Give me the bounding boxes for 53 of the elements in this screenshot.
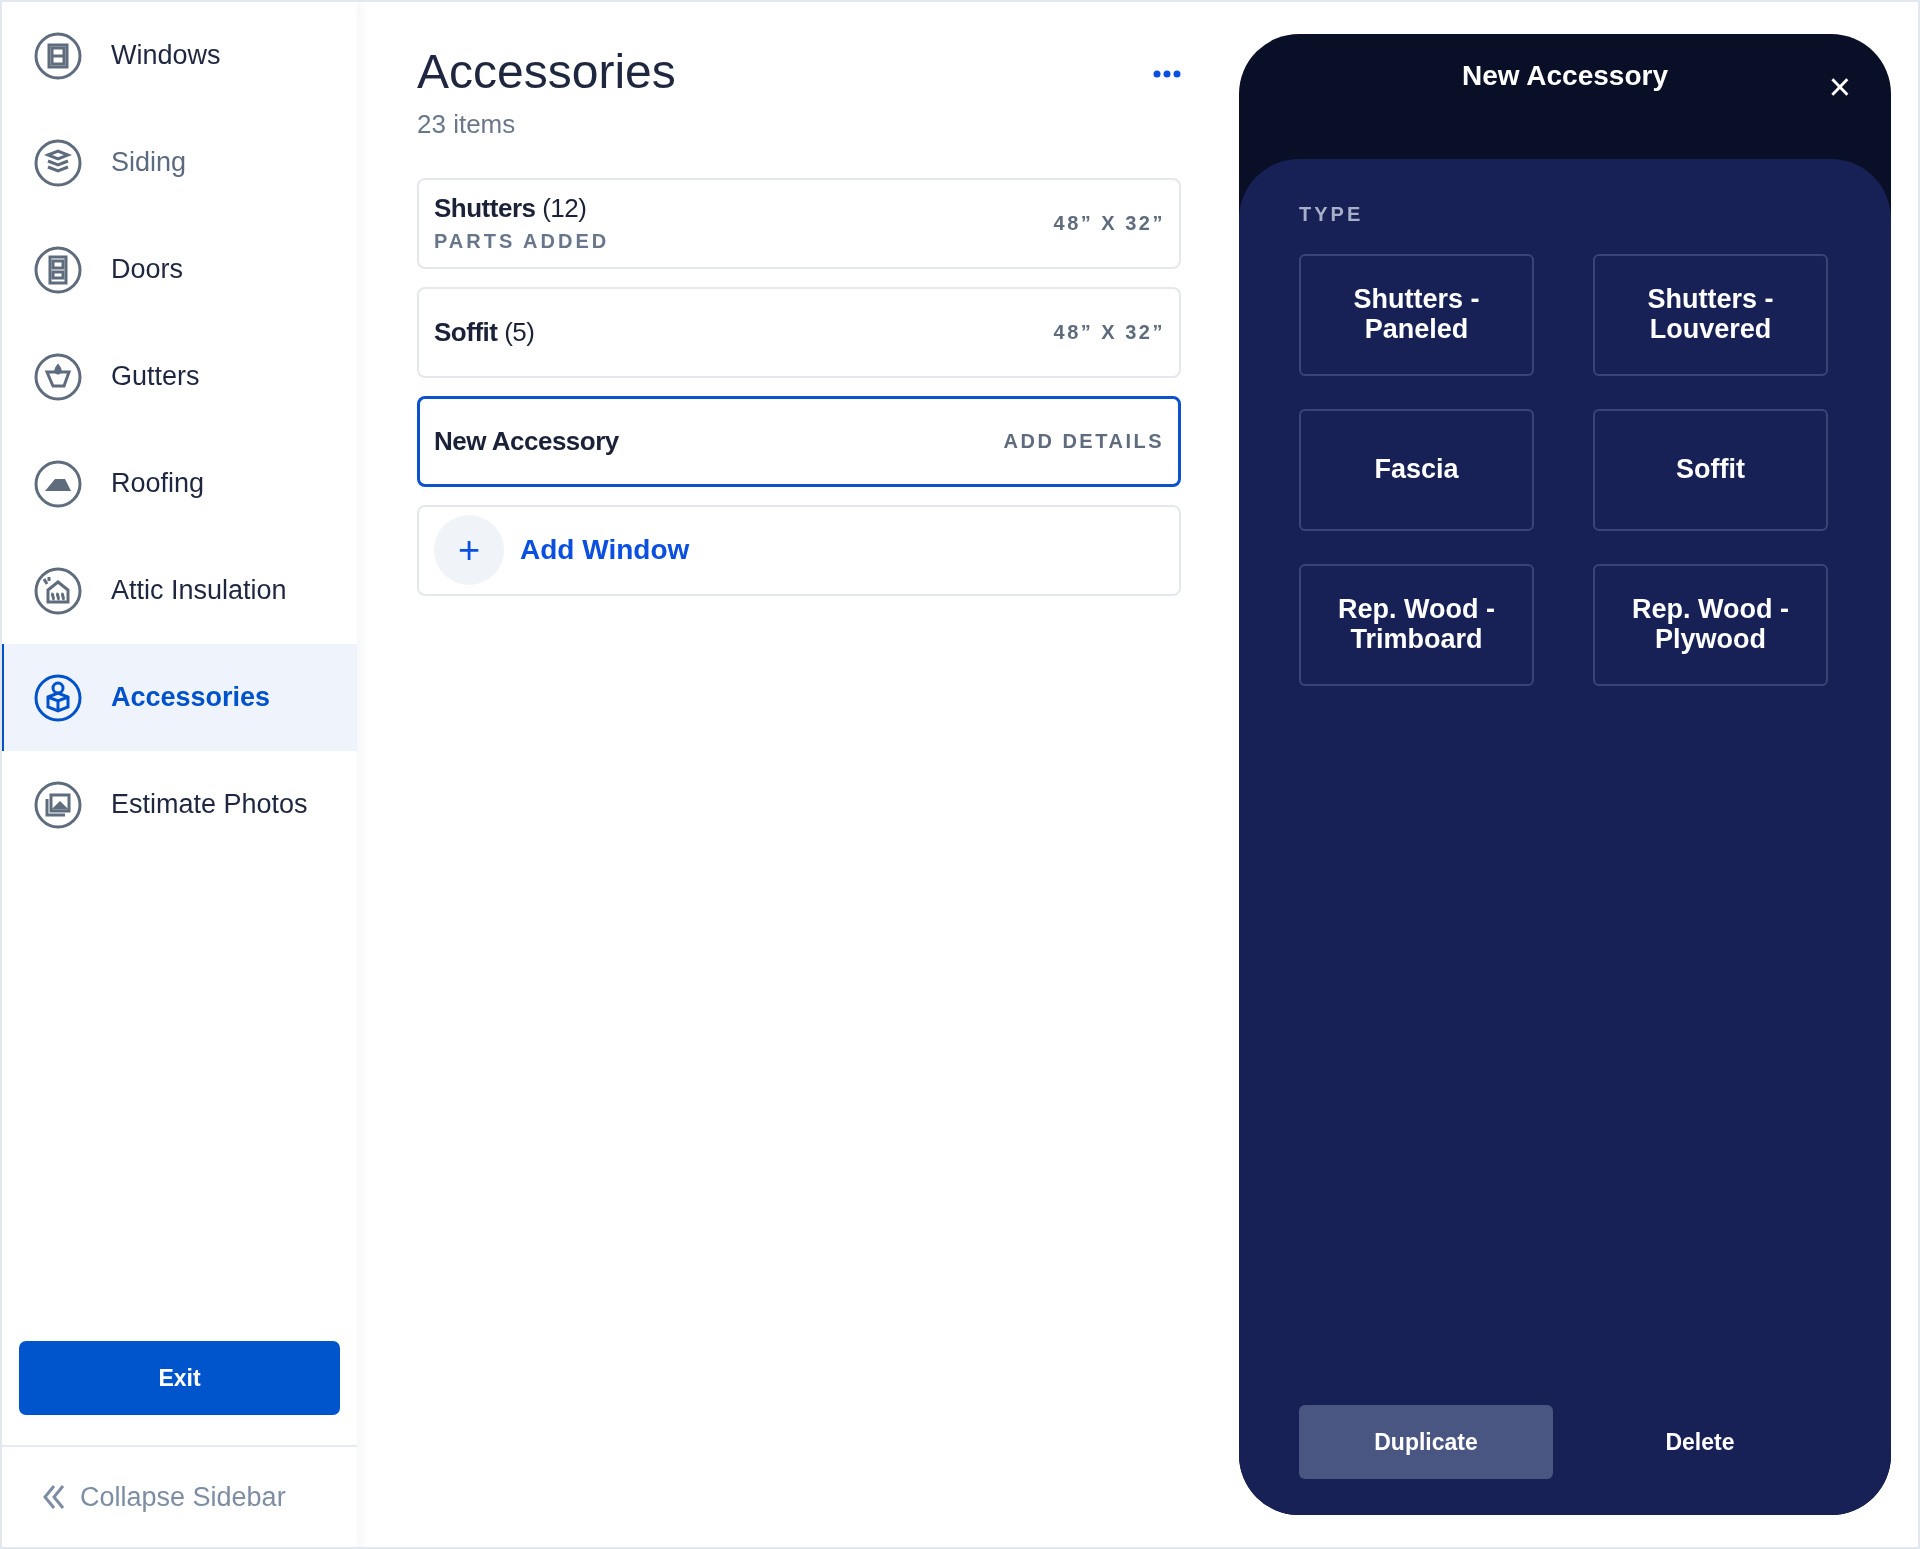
sidebar-item[interactable]: Accessories: [2, 644, 357, 751]
sidebar-item-label: Gutters: [111, 361, 200, 392]
page-title: Accessories: [417, 46, 676, 99]
type-option[interactable]: Fascia: [1299, 409, 1534, 531]
sidebar-item[interactable]: Roofing: [2, 430, 357, 537]
sidebar-item-label: Roofing: [111, 468, 205, 499]
type-option[interactable]: Rep. Wood - Trimboard: [1299, 564, 1534, 686]
sidebar-item-label: Doors: [111, 254, 184, 285]
photo-icon: [33, 779, 83, 830]
sidebar-item-label: Siding: [111, 147, 187, 178]
sidebar-item[interactable]: Windows: [2, 2, 357, 109]
roof-icon: [33, 458, 83, 509]
sidebar-item-label: Estimate Photos: [111, 789, 308, 820]
plus-icon: +: [434, 515, 504, 586]
sidebar-item-label: Attic Insulation: [111, 575, 287, 606]
delete-button[interactable]: Delete: [1573, 1405, 1827, 1479]
sidebar-item[interactable]: Estimate Photos: [2, 751, 357, 858]
item-count: 23 items: [417, 108, 517, 140]
window-icon: [33, 30, 83, 81]
accessory-name: New Accessory: [434, 425, 619, 456]
sidebar-item-label: Accessories: [111, 682, 271, 713]
box-icon: [33, 672, 83, 723]
exit-button[interactable]: Exit: [19, 1341, 340, 1415]
sidebar-item[interactable]: Doors: [2, 216, 357, 323]
card-status: PARTS ADDED: [434, 230, 610, 254]
type-option[interactable]: Soffit: [1593, 409, 1828, 531]
type-option[interactable]: Rep. Wood - Plywood: [1593, 564, 1828, 686]
accessory-name: Soffit (5): [434, 316, 535, 347]
attic-icon: [33, 565, 83, 616]
card-size: 48” X 32”: [1053, 320, 1165, 344]
section-label: TYPE: [1299, 203, 1365, 226]
accessory-name: Shutters (12): [434, 193, 587, 224]
siding-icon: [33, 137, 83, 188]
sidebar-item[interactable]: Attic Insulation: [2, 537, 357, 644]
panel-title: New Accessory: [1462, 60, 1668, 92]
collapse-sidebar-label: Collapse Sidebar: [80, 1481, 286, 1513]
sidebar-item[interactable]: Gutters: [2, 323, 357, 430]
close-button[interactable]: ×: [1828, 68, 1851, 106]
accessory-card[interactable]: New Accessory ADD DETAILS: [417, 395, 1181, 487]
add-window-label: Add Window: [520, 534, 690, 567]
more-options-icon[interactable]: [1153, 70, 1181, 78]
card-size: 48” X 32”: [1053, 211, 1165, 235]
double-chevron-icon: [42, 1484, 66, 1510]
gutter-icon: [33, 351, 83, 402]
door-icon: [33, 244, 83, 295]
sidebar-item-label: Windows: [111, 40, 221, 71]
add-window-button[interactable]: + Add Window: [417, 504, 1181, 596]
duplicate-button[interactable]: Duplicate: [1299, 1405, 1553, 1479]
accessory-card[interactable]: Shutters (12) PARTS ADDED 48” X 32”: [417, 177, 1181, 269]
card-size: ADD DETAILS: [1003, 429, 1164, 453]
type-option[interactable]: Shutters - Louvered: [1593, 254, 1828, 376]
type-option[interactable]: Shutters - Paneled: [1299, 254, 1534, 376]
accessory-card[interactable]: Soffit (5) 48” X 32”: [417, 286, 1181, 378]
